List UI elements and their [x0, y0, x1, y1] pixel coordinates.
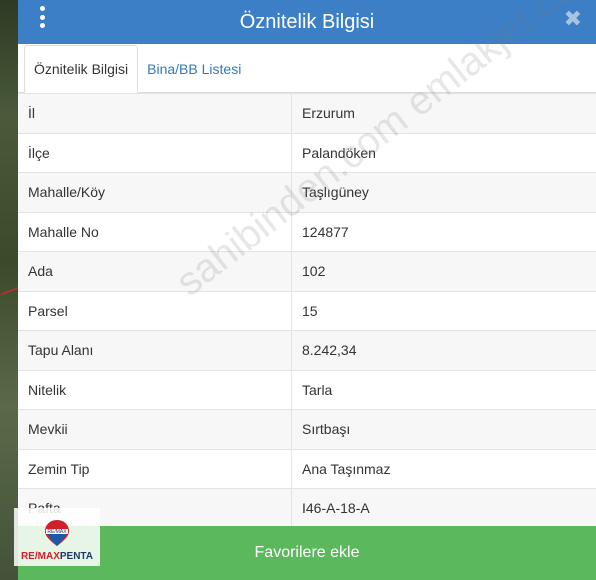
kebab-menu-icon[interactable] [38, 6, 46, 28]
table-row: Mahalle No 124877 [18, 211, 596, 252]
table-row: İlçe Palandöken [18, 132, 596, 173]
row-value: I46-A-18-A [291, 488, 596, 528]
tab-attribute-info[interactable]: Öznitelik Bilgisi [24, 45, 139, 93]
tab-building-list[interactable]: Bina/BB Listesi [138, 46, 250, 92]
row-key: Mahalle/Köy [18, 172, 292, 212]
row-key: İl [18, 93, 292, 133]
attribute-table: İl Erzurum İlçe Palandöken Mahalle/Köy T… [18, 93, 596, 528]
row-key: Ada [18, 251, 292, 291]
attribute-panel: Öznitelik Bilgisi ✖ Öznitelik Bilgisi Bi… [18, 0, 596, 580]
table-row: Pafta I46-A-18-A [18, 488, 596, 528]
row-value: 102 [291, 251, 596, 291]
row-key: Zemin Tip [18, 448, 292, 489]
panel-header: Öznitelik Bilgisi ✖ [18, 0, 596, 44]
add-favorite-button[interactable]: Favorilere ekle [18, 526, 596, 580]
row-key: Parsel [18, 290, 292, 331]
table-row: Tapu Alanı 8.242,34 [18, 330, 596, 370]
table-row: Nitelik Tarla [18, 369, 596, 410]
row-key: İlçe [18, 132, 292, 173]
logo-text: RE/MAXPENTA [20, 551, 94, 562]
row-key: Tapu Alanı [18, 330, 292, 370]
close-icon[interactable]: ✖ [564, 6, 582, 32]
row-value: 15 [291, 290, 596, 331]
panel-title: Öznitelik Bilgisi [239, 10, 375, 33]
tab-bar: Öznitelik Bilgisi Bina/BB Listesi [18, 44, 596, 93]
row-value: Ana Taşınmaz [291, 448, 596, 489]
row-value: 124877 [291, 211, 596, 252]
table-row: Mevkii Sırtbaşı [18, 409, 596, 449]
row-key: Mahalle No [18, 211, 292, 252]
row-value: Sırtbaşı [291, 409, 596, 449]
row-value: 8.242,34 [291, 330, 596, 370]
row-value: Erzurum [291, 93, 596, 133]
svg-text:RE/MAX: RE/MAX [47, 529, 67, 535]
row-key: Mevkii [18, 409, 292, 449]
row-key: Nitelik [18, 369, 292, 410]
table-row: İl Erzurum [18, 93, 596, 133]
row-value: Tarla [291, 369, 596, 410]
table-row: Mahalle/Köy Taşlıgüney [18, 172, 596, 212]
balloon-icon: RE/MAX [45, 520, 69, 546]
table-row: Parsel 15 [18, 290, 596, 331]
row-value: Palandöken [291, 132, 596, 173]
table-row: Zemin Tip Ana Taşınmaz [18, 448, 596, 489]
remax-logo: RE/MAX RE/MAXPENTA [14, 508, 100, 566]
row-value: Taşlıgüney [291, 172, 596, 212]
table-row: Ada 102 [18, 251, 596, 291]
